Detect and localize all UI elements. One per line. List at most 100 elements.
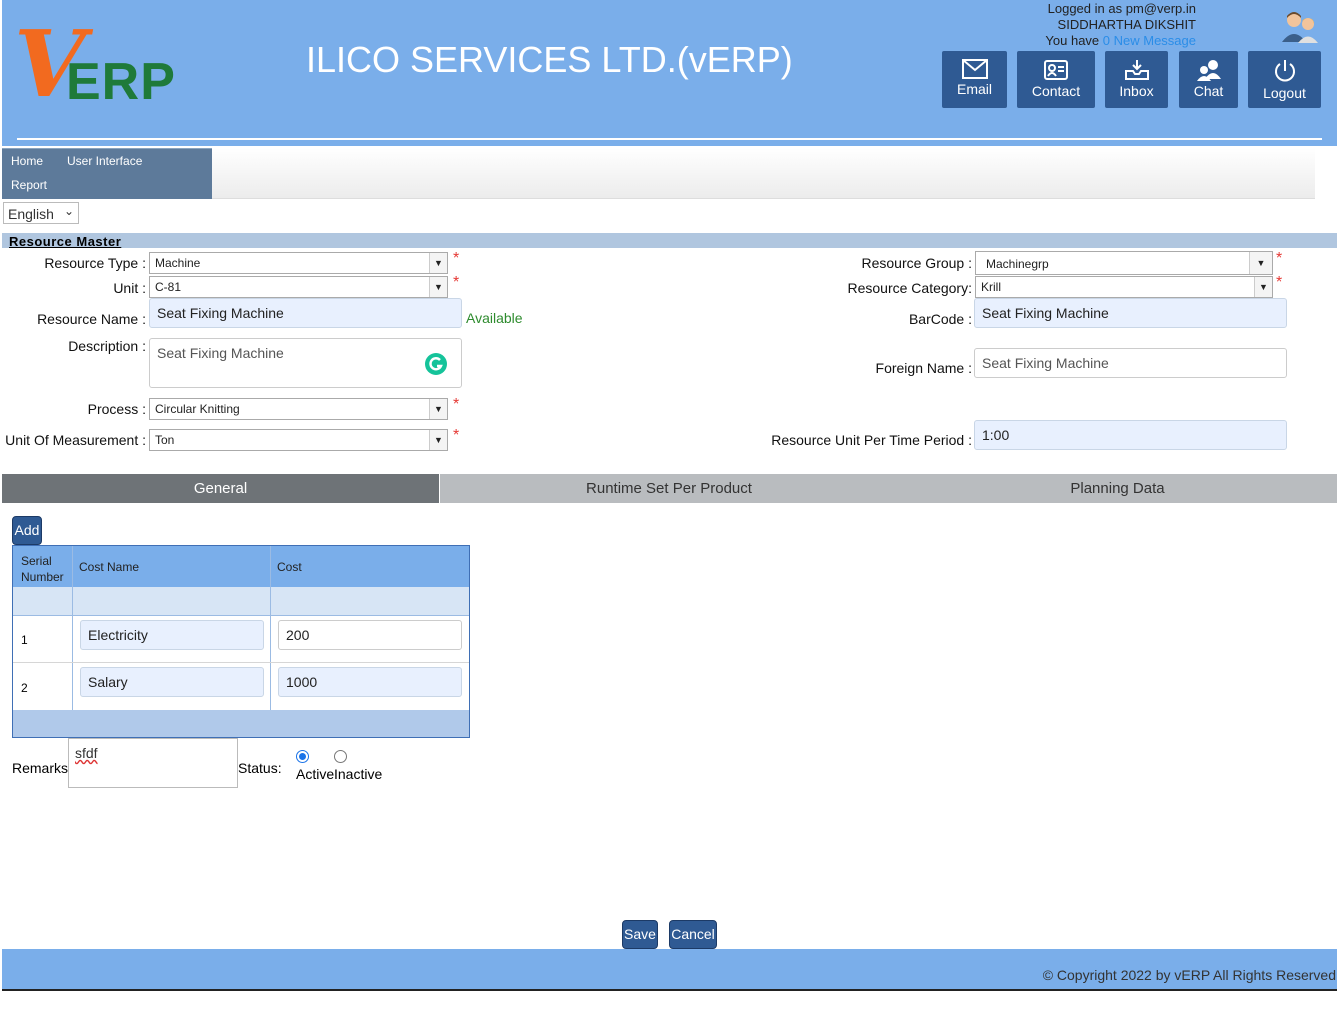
user-avatar-icon[interactable] — [1278, 10, 1322, 44]
description-label: Description : — [68, 338, 146, 354]
required-marker: * — [453, 427, 460, 444]
dropdown-arrow-icon: ▼ — [1249, 252, 1272, 274]
logout-button[interactable]: Logout — [1248, 51, 1321, 108]
grammarly-icon[interactable] — [424, 352, 448, 376]
barcode-value: Seat Fixing Machine — [982, 305, 1109, 321]
tab-planning-data[interactable]: Planning Data — [898, 474, 1337, 503]
unit-select[interactable]: C-81 ▼ — [149, 276, 448, 298]
add-row-button[interactable]: Add — [12, 516, 42, 545]
contact-button[interactable]: Contact — [1017, 51, 1095, 108]
cost-name-value: Electricity — [88, 627, 148, 643]
description-value: Seat Fixing Machine — [157, 345, 284, 361]
resource-type-label: Resource Type : — [44, 255, 146, 271]
inbox-button-label: Inbox — [1119, 83, 1154, 99]
section-title: Resource Master — [9, 234, 122, 249]
nav-item-home[interactable]: Home — [11, 154, 43, 168]
status-inactive-label: Inactive — [334, 766, 383, 782]
inbox-button[interactable]: Inbox — [1105, 51, 1168, 108]
process-label: Process : — [87, 401, 146, 417]
cost-value-input[interactable]: 200 — [278, 620, 462, 650]
process-value: Circular Knitting — [155, 402, 240, 416]
save-button[interactable]: Save — [622, 920, 658, 949]
cost-table: Serial Number Cost Name Cost 1 Electrici… — [12, 545, 470, 738]
resource-group-select[interactable]: Machinegrp ▼ — [975, 251, 1273, 275]
dropdown-arrow-icon: ▼ — [429, 253, 447, 273]
cost-value: 200 — [286, 627, 310, 643]
process-select[interactable]: Circular Knitting ▼ — [149, 398, 448, 420]
language-select[interactable]: English ⌄ — [3, 202, 79, 224]
required-marker: * — [1276, 274, 1283, 291]
barcode-input[interactable]: Seat Fixing Machine — [974, 298, 1287, 328]
required-marker: * — [453, 274, 460, 291]
header-cost-name: Cost Name — [73, 546, 270, 587]
row-serial: 2 — [21, 681, 28, 695]
copyright-text: © Copyright 2022 by vERP All Rights Rese… — [1042, 967, 1336, 983]
resource-category-select[interactable]: Krill ▼ — [975, 276, 1273, 298]
nav-item-user-interface[interactable]: User Interface — [67, 154, 142, 168]
status-active-radio[interactable] — [296, 750, 309, 763]
main-nav: Home User Interface Report — [2, 148, 212, 199]
inbox-tray-icon — [1124, 60, 1149, 80]
cost-value-input[interactable]: 1000 — [278, 667, 462, 697]
envelope-icon — [961, 59, 988, 79]
dropdown-arrow-icon: ▼ — [429, 277, 447, 297]
logged-in-prefix: Logged in as — [1047, 1, 1126, 16]
logo-erp-text: ERP — [66, 53, 176, 111]
user-info: Logged in as pm@verp.in SIDDHARTHA DIKSH… — [1000, 1, 1196, 49]
resource-name-value: Seat Fixing Machine — [157, 305, 284, 321]
resource-name-label: Resource Name : — [37, 311, 146, 327]
row-serial: 1 — [21, 633, 28, 647]
resource-group-value: Machinegrp — [986, 257, 1049, 271]
required-marker: * — [453, 396, 460, 413]
app-title: ILICO SERVICES LTD.(vERP) — [306, 39, 793, 80]
tab-runtime-set-per-product[interactable]: Runtime Set Per Product — [440, 474, 898, 503]
cost-name-input[interactable]: Salary — [80, 667, 264, 697]
nav-spacer — [212, 148, 1315, 199]
new-message-link[interactable]: 0 New Message — [1103, 33, 1196, 48]
remarks-textarea[interactable]: sfdf — [68, 738, 238, 788]
resource-category-value: Krill — [981, 280, 1001, 294]
logout-button-label: Logout — [1263, 85, 1306, 101]
description-textarea[interactable]: Seat Fixing Machine — [149, 338, 462, 388]
power-icon — [1274, 60, 1295, 82]
chat-button[interactable]: Chat — [1179, 51, 1238, 108]
resource-name-input[interactable]: Seat Fixing Machine — [149, 298, 462, 328]
uom-select[interactable]: Ton ▼ — [149, 429, 448, 451]
section-bar — [2, 233, 1337, 248]
tab-general[interactable]: General — [2, 474, 439, 503]
language-value: English — [8, 206, 54, 222]
status-active-label: Active — [296, 766, 335, 782]
dropdown-arrow-icon: ▼ — [429, 430, 447, 450]
resource-type-select[interactable]: Machine ▼ — [149, 252, 448, 274]
table-footer-row — [13, 710, 469, 737]
remarks-label: Remarks: — [12, 760, 72, 776]
email-button[interactable]: Email — [942, 51, 1007, 108]
uom-label: Unit Of Measurement : — [5, 432, 146, 448]
nav-item-report[interactable]: Report — [11, 178, 47, 192]
chat-users-icon — [1196, 60, 1221, 81]
cost-name-value: Salary — [88, 674, 128, 690]
cost-value: 1000 — [286, 674, 318, 690]
column-divider — [72, 546, 73, 710]
contact-card-icon — [1044, 60, 1068, 80]
unit-label: Unit : — [113, 280, 146, 296]
cost-name-input[interactable]: Electricity — [80, 620, 264, 650]
status-label: Status: — [238, 760, 282, 776]
cancel-button[interactable]: Cancel — [669, 920, 717, 949]
uom-value: Ton — [155, 433, 175, 447]
foreign-name-input[interactable]: Seat Fixing Machine — [974, 348, 1287, 378]
foreign-name-placeholder: Seat Fixing Machine — [982, 355, 1109, 371]
unit-per-time-value: 1:00 — [982, 427, 1010, 443]
unit-per-time-label: Resource Unit Per Time Period : — [771, 432, 972, 448]
email-button-label: Email — [956, 81, 992, 97]
barcode-label: BarCode : — [908, 311, 972, 327]
resource-group-label: Resource Group : — [861, 255, 973, 271]
foreign-name-label: Foreign Name : — [875, 360, 972, 376]
dropdown-arrow-icon: ▼ — [429, 399, 447, 419]
status-inactive-radio[interactable] — [334, 750, 347, 763]
header-serial-number: Serial Number — [13, 546, 72, 587]
unit-per-time-input[interactable]: 1:00 — [974, 420, 1287, 450]
message-prefix: You have — [1045, 33, 1103, 48]
logged-in-email: pm@verp.in — [1125, 1, 1196, 16]
required-marker: * — [1276, 250, 1283, 267]
